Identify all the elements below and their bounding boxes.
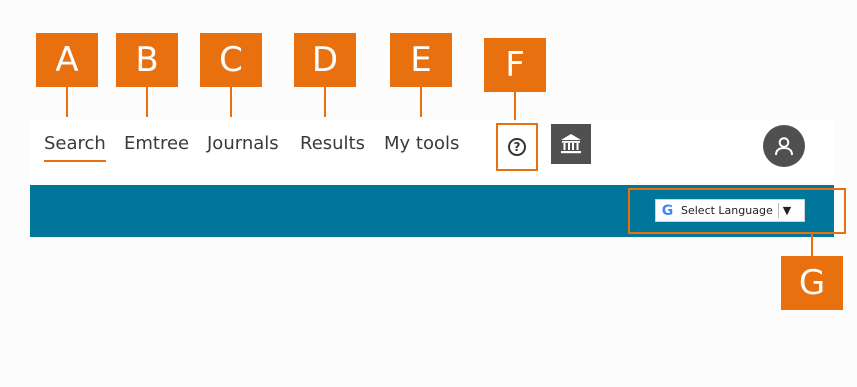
callout-a: A — [36, 33, 98, 87]
language-selector-label: Select Language — [681, 204, 773, 217]
google-icon: G — [661, 202, 674, 219]
institution-button[interactable] — [551, 124, 591, 164]
language-selector[interactable]: G Select Language ▼ — [655, 199, 805, 222]
callout-b-connector — [146, 87, 148, 117]
user-account-button[interactable] — [763, 125, 805, 167]
nav-my-tools[interactable]: My tools — [384, 133, 459, 154]
callout-g: G — [781, 256, 843, 310]
callout-d-connector — [324, 87, 326, 117]
chevron-down-icon: ▼ — [782, 204, 792, 217]
callout-c: C — [200, 33, 262, 87]
language-selector-divider — [777, 203, 779, 218]
callout-a-connector — [66, 87, 68, 117]
callout-b: B — [116, 33, 178, 87]
callout-e-connector — [420, 87, 422, 117]
callout-c-connector — [230, 87, 232, 117]
callout-e: E — [390, 33, 452, 87]
user-icon — [775, 137, 793, 156]
callout-g-connector — [811, 234, 813, 256]
callout-d: D — [294, 33, 356, 87]
nav-search[interactable]: Search — [44, 133, 106, 162]
question-circle-icon: ? — [508, 138, 526, 156]
help-button[interactable]: ? — [496, 123, 538, 171]
institution-icon — [561, 134, 581, 154]
callout-f: F — [484, 38, 546, 92]
callout-f-connector — [514, 92, 516, 123]
nav-results[interactable]: Results — [300, 133, 365, 154]
nav-emtree[interactable]: Emtree — [124, 133, 189, 154]
nav-journals[interactable]: Journals — [207, 133, 279, 154]
